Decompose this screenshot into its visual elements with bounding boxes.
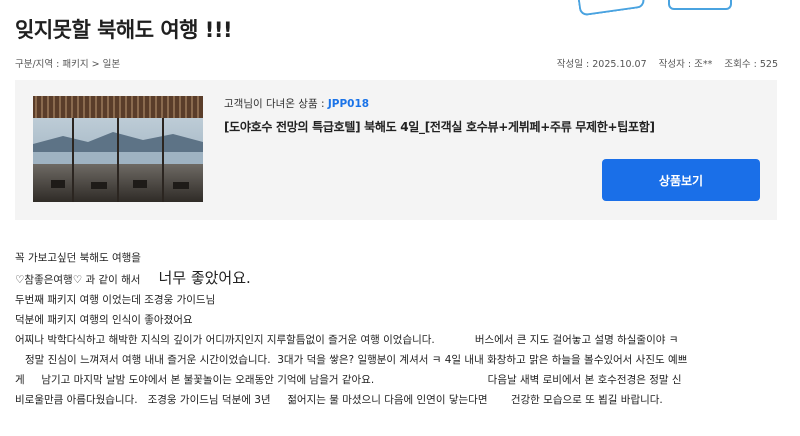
view-product-button[interactable]: 상품보기 [602, 159, 760, 201]
review-line-text: ♡참좋은여행♡ 과 같이 해서 [15, 274, 141, 286]
review-line: 게 남기고 마지막 날밤 도야에서 본 불꽃놀이는 오래동안 기억에 남을거 같… [15, 374, 682, 386]
post-date: 작성일 : 2025.10.07 [556, 59, 647, 70]
decorative-shape [668, 0, 732, 10]
product-code: JPP018 [327, 98, 370, 110]
breadcrumb: 구분/지역 : 패키지 > 일본 [15, 59, 121, 70]
hotel-lobby-image [33, 96, 203, 202]
review-line: 정말 진심이 느껴져서 여행 내내 즐거운 시간이었습니다. 3대가 덕을 쌓은… [15, 354, 688, 366]
product-lead-label: 고객님이 다녀온 상품 : [224, 98, 325, 110]
review-line: 어찌나 박학다식하고 해박한 지식의 깊이가 어디까지인지 지루할틈없이 즐거운… [15, 334, 679, 346]
review-emphasis: 너무 좋았어요. [158, 269, 251, 287]
review-line: 두번째 패키지 여행 이었는데 조경웅 가이드님 [15, 294, 216, 306]
review-line: ♡참좋은여행♡ 과 같이 해서 너무 좋았어요. [15, 268, 785, 290]
review-line: 꼭 가보고싶던 북해도 여행을 [15, 252, 141, 264]
review-body: 꼭 가보고싶던 북해도 여행을 ♡참좋은여행♡ 과 같이 해서 너무 좋았어요. … [15, 248, 785, 410]
view-count: 조회수 : 525 [724, 59, 778, 70]
decorative-shape [576, 0, 646, 17]
product-lead: 고객님이 다녀온 상품 : JPP018 [224, 96, 369, 111]
review-line: 덕분에 패키지 여행의 인식이 좋아졌어요 [15, 314, 193, 326]
product-card: 고객님이 다녀온 상품 : JPP018 [도야호수 전망의 특급호텔] 북해도… [15, 80, 777, 220]
meta-info: 작성일 : 2025.10.07 작성자 : 조** 조회수 : 525 [548, 56, 778, 70]
product-thumbnail[interactable] [33, 96, 203, 202]
product-name[interactable]: [도야호수 전망의 특급호텔] 북해도 4일_[전객실 호수뷰+게뷔페+주류 무… [224, 118, 655, 135]
meta-row: 구분/지역 : 패키지 > 일본 작성일 : 2025.10.07 작성자 : … [15, 56, 778, 72]
page-title: 잊지못할 북해도 여행 !!! [15, 18, 233, 42]
post-author: 작성자 : 조** [658, 59, 713, 70]
review-line: 비로울만큼 아름다웠습니다. 조경웅 가이드님 덕분에 3년 젊어지는 물 마셨… [15, 394, 663, 406]
